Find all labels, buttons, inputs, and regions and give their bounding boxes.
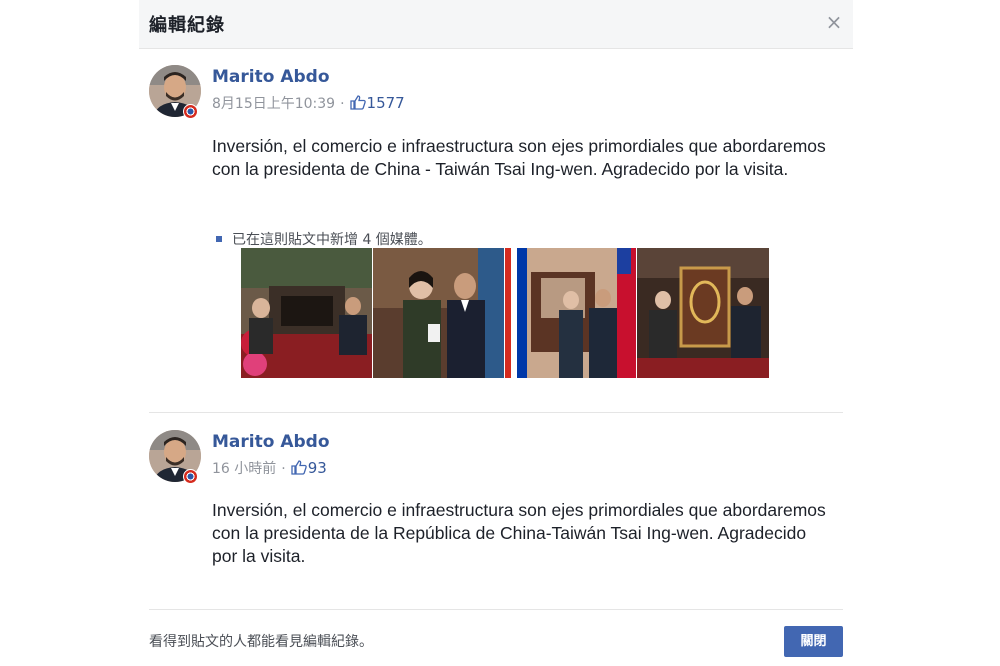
- dialog-title: 編輯紀錄: [149, 15, 225, 36]
- edit-history-dialog: 編輯紀錄 × Marito Abdo 8月15日上午10:39 · 1577 In…: [139, 0, 853, 666]
- author-name[interactable]: Marito Abdo: [212, 432, 330, 452]
- timestamp[interactable]: 8月15日上午10:39: [212, 96, 335, 112]
- footer-divider: [149, 609, 843, 610]
- close-button[interactable]: 關閉: [784, 626, 843, 657]
- author-name[interactable]: Marito Abdo: [212, 67, 330, 87]
- thumbs-up-icon: [291, 460, 307, 475]
- bullet-icon: [216, 236, 222, 242]
- entry-divider: [149, 412, 843, 413]
- close-icon[interactable]: ×: [825, 12, 843, 32]
- meta-separator: ·: [281, 461, 286, 477]
- media-note-text: 已在這則貼文中新增 4 個媒體。: [232, 232, 432, 248]
- meta-separator: ·: [340, 96, 345, 112]
- post-text: Inversión, el comercio e infraestructura…: [212, 500, 826, 566]
- post-meta: 8月15日上午10:39 · 1577: [212, 93, 405, 113]
- media-added-note: 已在這則貼文中新增 4 個媒體。: [216, 229, 432, 249]
- dialog-header: 編輯紀錄 ×: [139, 0, 853, 49]
- like-count[interactable]: 93: [308, 459, 327, 477]
- post-text: Inversión, el comercio e infraestructura…: [212, 136, 826, 179]
- verified-flag-badge-icon: [183, 469, 198, 484]
- photo-3[interactable]: [505, 248, 636, 378]
- post-meta: 16 小時前 · 93: [212, 458, 327, 478]
- photo-4[interactable]: [637, 248, 769, 378]
- thumbs-up-icon: [349, 95, 366, 110]
- photo-2[interactable]: [373, 248, 504, 378]
- timestamp[interactable]: 16 小時前: [212, 461, 276, 477]
- edit-history-visibility-note: 看得到貼文的人都能看見編輯紀錄。: [149, 634, 373, 650]
- verified-flag-badge-icon: [183, 104, 198, 119]
- photo-strip: [241, 248, 769, 378]
- photo-1[interactable]: [241, 248, 372, 378]
- like-count[interactable]: 1577: [367, 94, 405, 112]
